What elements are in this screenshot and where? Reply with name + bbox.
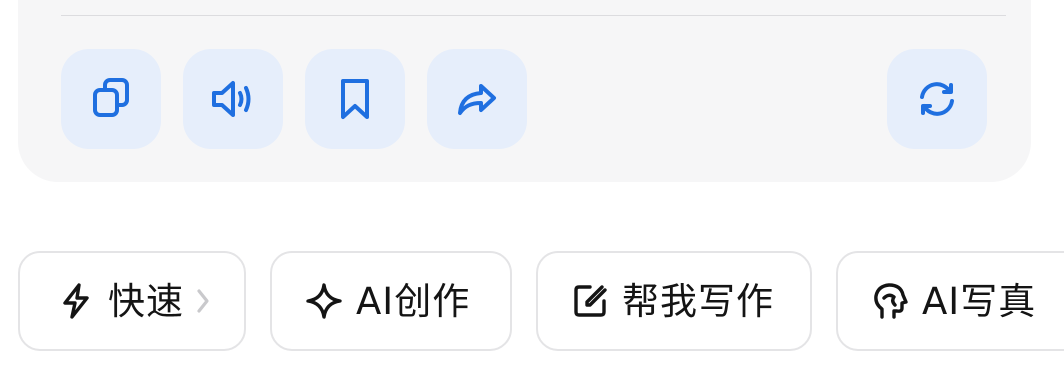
share-button[interactable] <box>427 49 527 149</box>
copy-button[interactable] <box>61 49 161 149</box>
portrait-icon <box>870 281 910 321</box>
regenerate-button[interactable] <box>887 49 987 149</box>
divider <box>61 15 1006 16</box>
chip-label: AI写真 <box>922 279 1037 323</box>
read-aloud-button[interactable] <box>183 49 283 149</box>
bookmark-button[interactable] <box>305 49 405 149</box>
chip-help-write[interactable]: 帮我写作 <box>536 251 812 351</box>
copy-icon <box>93 78 129 117</box>
sparkle-icon <box>304 281 344 321</box>
bookmark-icon <box>341 79 369 119</box>
speaker-icon <box>212 81 251 117</box>
chip-label: 帮我写作 <box>622 279 774 323</box>
edit-icon <box>570 281 610 321</box>
chevron-right-icon <box>194 286 212 316</box>
share-icon <box>458 84 496 115</box>
chip-ai-photo[interactable]: AI写真 <box>836 251 1064 351</box>
message-card <box>18 0 1031 182</box>
quick-actions-row: 快速 AI创作 帮我写作 AI写真 <box>18 251 1064 355</box>
chip-label: AI创作 <box>356 279 471 323</box>
chip-ai-create[interactable]: AI创作 <box>270 251 512 351</box>
chip-label: 快速 <box>108 279 184 323</box>
refresh-icon <box>920 82 954 116</box>
lightning-icon <box>56 281 96 321</box>
chip-quick[interactable]: 快速 <box>18 251 246 351</box>
